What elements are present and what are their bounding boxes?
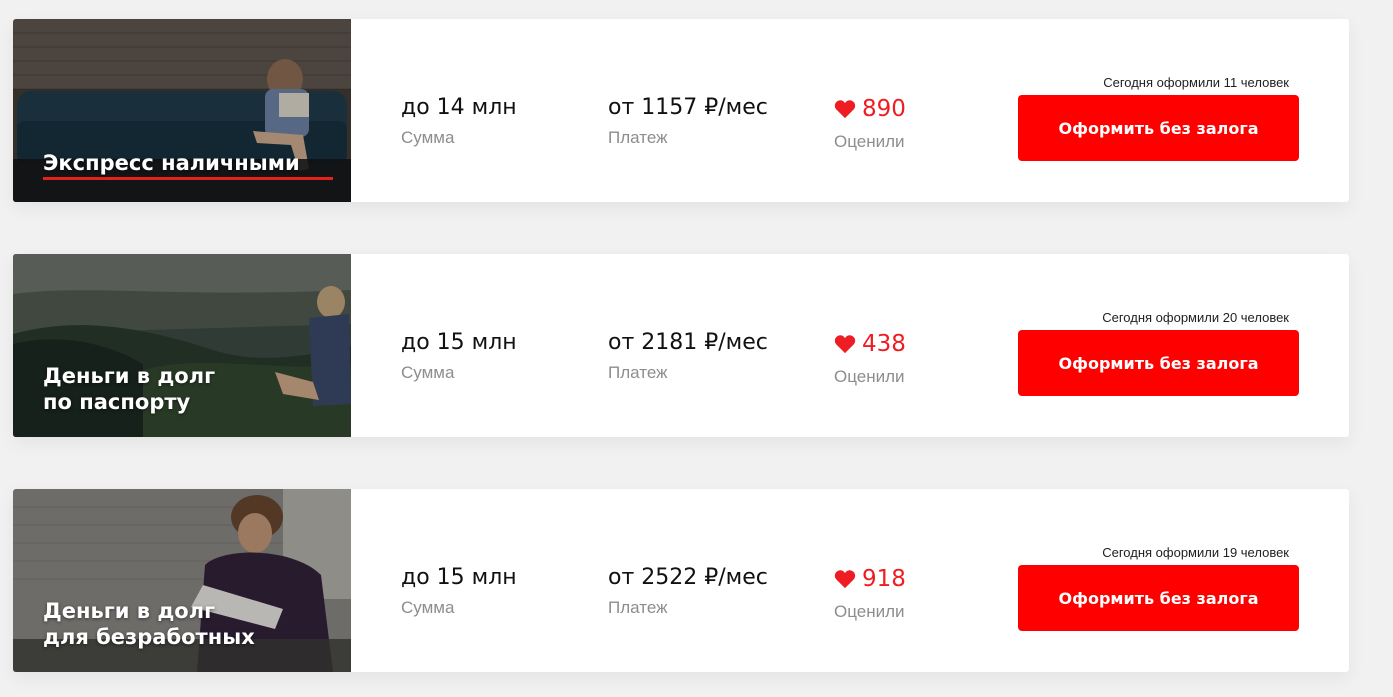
rating-count: 918 (862, 566, 906, 592)
offer-title-line: Деньги в долг (43, 599, 216, 623)
offer-list: Экспресс наличными до 14 млн Сумма от 11… (0, 0, 1393, 697)
apply-without-collateral-button[interactable]: Оформить без залога (1018, 95, 1299, 161)
offer-card: Деньги в долг по паспорту до 15 млн Сумм… (13, 254, 1349, 437)
rating: 438 Оценили (834, 331, 906, 387)
rating-label: Оценили (834, 602, 905, 621)
monthly-payment: от 2181 ₽/мес Платеж (608, 330, 768, 383)
cta-area: Сегодня оформили 19 человек Оформить без… (1018, 545, 1299, 631)
loan-amount-value: до 15 млн (401, 330, 517, 355)
loan-amount: до 15 млн Сумма (401, 330, 517, 383)
offer-title-line: Деньги в долг (43, 364, 216, 388)
rating-count: 890 (862, 96, 906, 122)
loan-amount-label: Сумма (401, 598, 455, 617)
loan-amount-label: Сумма (401, 128, 455, 147)
monthly-payment-label: Платеж (608, 128, 668, 147)
rating-count: 438 (862, 331, 906, 357)
offer-photo-man-on-sofa[interactable]: Экспресс наличными (13, 19, 351, 202)
cta-area: Сегодня оформили 20 человек Оформить без… (1018, 310, 1299, 396)
offer-title: Деньги в долг по паспорту (43, 363, 333, 415)
offer-photo-woman-on-hill[interactable]: Деньги в долг по паспорту (13, 254, 351, 437)
rating-label: Оценили (834, 132, 905, 151)
offer-title: Экспресс наличными (43, 150, 333, 180)
rating: 918 Оценили (834, 566, 906, 622)
loan-amount: до 15 млн Сумма (401, 565, 517, 618)
monthly-payment-label: Платеж (608, 598, 668, 617)
monthly-payment-value: от 1157 ₽/мес (608, 95, 768, 120)
loan-amount-label: Сумма (401, 363, 455, 382)
loan-amount-value: до 15 млн (401, 565, 517, 590)
offer-title: Деньги в долг для безработных (43, 598, 333, 650)
loan-amount: до 14 млн Сумма (401, 95, 517, 148)
apply-without-collateral-button[interactable]: Оформить без залога (1018, 565, 1299, 631)
cta-area: Сегодня оформили 11 человек Оформить без… (1018, 75, 1299, 161)
rating-label: Оценили (834, 367, 905, 386)
today-applications-note: Сегодня оформили 11 человек (1103, 75, 1289, 90)
offer-card: Экспресс наличными до 14 млн Сумма от 11… (13, 19, 1349, 202)
monthly-payment-value: от 2181 ₽/мес (608, 330, 768, 355)
monthly-payment-value: от 2522 ₽/мес (608, 565, 768, 590)
heart-icon (834, 570, 856, 589)
monthly-payment-label: Платеж (608, 363, 668, 382)
heart-icon (834, 100, 856, 119)
offer-photo-man-with-papers[interactable]: Деньги в долг для безработных (13, 489, 351, 672)
rating: 890 Оценили (834, 96, 906, 152)
offer-title-line: Экспресс наличными (43, 150, 333, 180)
monthly-payment: от 1157 ₽/мес Платеж (608, 95, 768, 148)
today-applications-note: Сегодня оформили 19 человек (1102, 545, 1289, 560)
monthly-payment: от 2522 ₽/мес Платеж (608, 565, 768, 618)
offer-title-line: для безработных (43, 625, 255, 649)
offer-card: Деньги в долг для безработных до 15 млн … (13, 489, 1349, 672)
heart-icon (834, 335, 856, 354)
today-applications-note: Сегодня оформили 20 человек (1102, 310, 1289, 325)
loan-amount-value: до 14 млн (401, 95, 517, 120)
apply-without-collateral-button[interactable]: Оформить без залога (1018, 330, 1299, 396)
offer-title-line: по паспорту (43, 390, 191, 414)
